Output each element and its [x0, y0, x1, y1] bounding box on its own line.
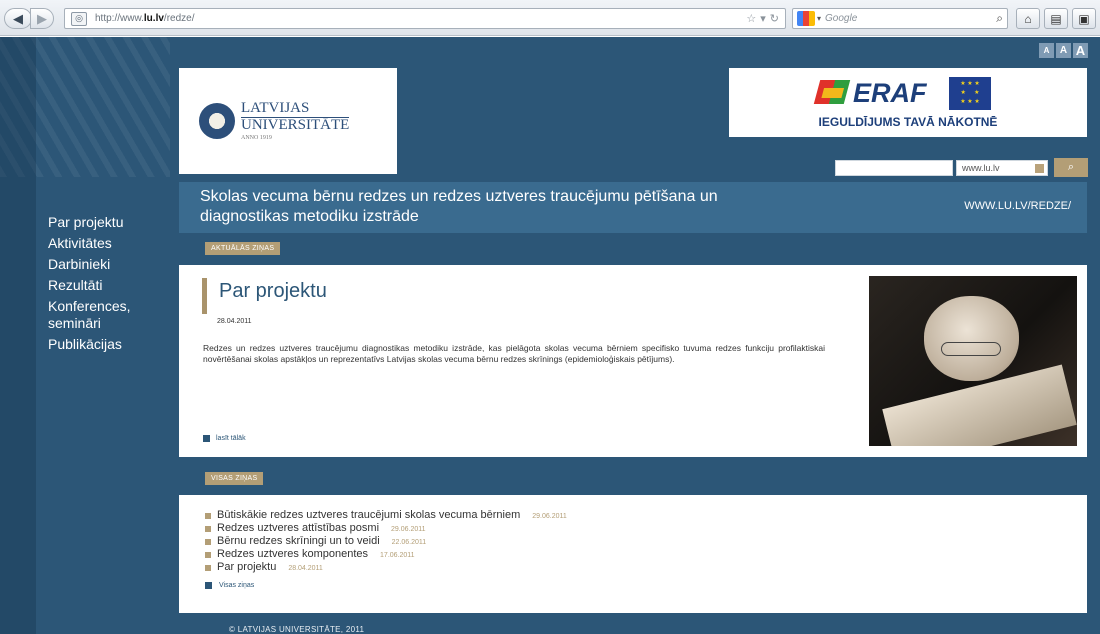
select-arrow-icon: [1035, 164, 1044, 173]
site-scope-select[interactable]: www.lu.lv: [956, 160, 1048, 176]
browser-search-field[interactable]: ▾ Google ⌕: [792, 8, 1008, 29]
sidebar-item-konferences[interactable]: Konferences, semināri: [48, 298, 168, 332]
list-item[interactable]: Par projektu 28.04.2011: [205, 561, 1087, 574]
page: A A A LATVIJAS UNIVERSITĀTE ANNO 1919 ER…: [0, 37, 1100, 634]
forward-button[interactable]: ▶: [30, 8, 54, 29]
featured-article: Par projektu 28.04.2011 Redzes un redzes…: [179, 265, 1087, 457]
back-icon: ◀: [13, 10, 23, 26]
sidebar-item-aktivitates[interactable]: Aktivitātes: [48, 235, 168, 252]
project-title: Skolas vecuma bērnu redzes un redzes uzt…: [200, 188, 718, 225]
logo-line2: UNIVERSITĀTE: [241, 116, 350, 133]
list-item[interactable]: Redzes uztveres attīstības posmi 29.06.2…: [205, 522, 1087, 535]
bullet-icon: [205, 564, 211, 571]
reload-icon[interactable]: ↻: [770, 12, 779, 25]
read-more-link[interactable]: lasīt tālāk: [203, 435, 246, 442]
bullet-icon: [205, 525, 211, 532]
dropdown-icon[interactable]: ▾: [760, 12, 766, 25]
eraf-word: ERAF: [853, 78, 927, 108]
star-icon[interactable]: ☆: [746, 12, 756, 25]
extension-button[interactable]: ▣: [1072, 8, 1096, 29]
list-item[interactable]: Bērnu redzes skrīningi un to veidi 22.06…: [205, 535, 1087, 548]
all-news-link[interactable]: Visas ziņas: [205, 582, 1087, 589]
browser-toolbar: ◀ ▶ ◎ http://www.lu.lv/redze/ ☆ ▾ ↻ ▾ Go…: [0, 0, 1100, 36]
url-text: http://www.lu.lv/redze/: [95, 13, 195, 24]
all-news-section-label: VISAS ZIŅAS: [205, 472, 264, 485]
font-size-small[interactable]: A: [1039, 43, 1054, 58]
home-icon: ⌂: [1024, 11, 1032, 26]
search-icon: ⌕: [1067, 161, 1075, 173]
site-icon: ◎: [71, 11, 87, 26]
square-bullet-icon: [205, 582, 212, 589]
sidebar-item-darbinieki[interactable]: Darbinieki: [48, 256, 168, 273]
logo-line3: ANNO 1919: [241, 134, 272, 141]
list-item[interactable]: Būtiskākie redzes uztveres traucējumi sk…: [205, 509, 1087, 522]
news-list: Būtiskākie redzes uztveres traucējumi sk…: [179, 495, 1087, 613]
back-button[interactable]: ◀: [4, 8, 32, 29]
project-url[interactable]: WWW.LU.LV/REDZE/: [964, 200, 1071, 212]
forward-icon: ▶: [37, 10, 47, 26]
logo-line1: LATVIJAS: [241, 100, 310, 117]
news-section-label: AKTUĀLĀS ZIŅAS: [205, 242, 281, 255]
print-icon: ▤: [1050, 11, 1062, 26]
sidebar-item-publikacijas[interactable]: Publikācijas: [48, 336, 168, 353]
article-body: Redzes un redzes uztveres traucējumu dia…: [203, 343, 825, 364]
extension-icon: ▣: [1078, 11, 1090, 26]
square-bullet-icon: [203, 435, 210, 442]
footer-copyright: © LATVIJAS UNIVERSITĀTE, 2011: [229, 625, 365, 634]
google-logo-icon[interactable]: [797, 11, 815, 26]
print-button[interactable]: ▤: [1044, 8, 1068, 29]
sidebar-nav: Par projektu Aktivitātes Darbinieki Rezu…: [48, 214, 168, 357]
chevron-down-icon[interactable]: ▾: [817, 14, 821, 23]
site-search-input[interactable]: [835, 160, 953, 176]
article-title[interactable]: Par projektu: [219, 280, 327, 303]
bullet-icon: [205, 538, 211, 545]
address-bar[interactable]: ◎ http://www.lu.lv/redze/ ☆ ▾ ↻: [64, 8, 786, 29]
bullet-icon: [205, 551, 211, 558]
font-size-large[interactable]: A: [1073, 43, 1088, 58]
project-title-band: Skolas vecuma bērnu redzes un redzes uzt…: [179, 182, 1087, 233]
university-seal-icon: [199, 103, 235, 139]
font-size-medium[interactable]: A: [1056, 43, 1071, 58]
eraf-slogan: IEGULDĪJUMS TAVĀ NĀKOTNĒ: [818, 115, 998, 129]
article-accent-bar: [202, 278, 207, 314]
font-size-switcher: A A A: [1039, 43, 1088, 58]
bullet-icon: [205, 512, 211, 519]
list-item[interactable]: Redzes uztveres komponentes 17.06.2011: [205, 548, 1087, 561]
eu-flag-icon: [949, 77, 991, 110]
sidebar-item-par-projektu[interactable]: Par projektu: [48, 214, 168, 231]
site-search-button[interactable]: ⌕: [1054, 158, 1088, 177]
eraf-mark-icon: [813, 80, 851, 104]
eraf-logo[interactable]: ERAF IEGULDĪJUMS TAVĀ NĀKOTNĒ: [729, 68, 1087, 137]
search-icon[interactable]: ⌕: [996, 11, 1003, 26]
search-placeholder: Google: [825, 13, 858, 24]
sidebar-item-rezultati[interactable]: Rezultāti: [48, 277, 168, 294]
article-date: 28.04.2011: [217, 318, 252, 325]
article-photo: [869, 276, 1077, 446]
home-button[interactable]: ⌂: [1016, 8, 1040, 29]
lu-logo[interactable]: LATVIJAS UNIVERSITĀTE ANNO 1919: [179, 68, 397, 174]
